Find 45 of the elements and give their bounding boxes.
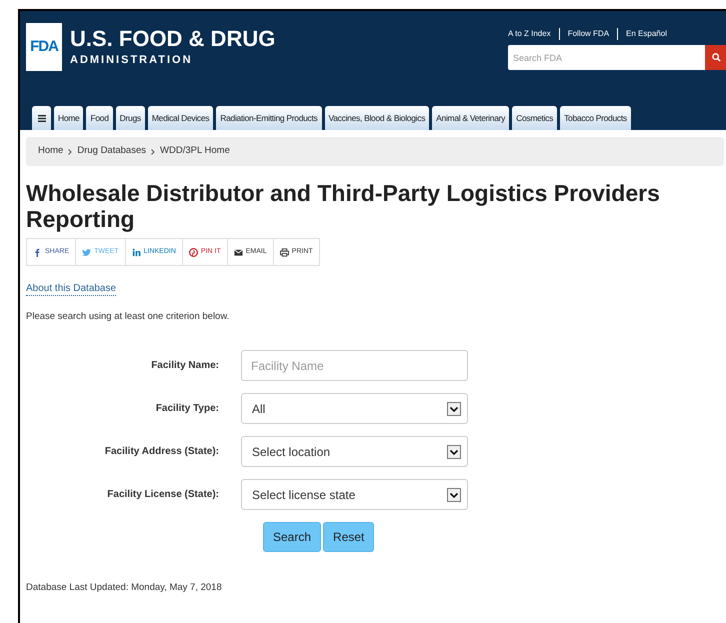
- page-title: Wholesale Distributor and Third-Party Logistics Providers Reporting: [26, 180, 661, 232]
- dropdown[interactable]: Select license state: [241, 479, 468, 510]
- nav-tab[interactable]: Food: [86, 106, 113, 130]
- form-button[interactable]: Search: [263, 522, 322, 552]
- field-label: Facility Address (State):: [104, 445, 220, 460]
- nav-tab[interactable]: Drugs: [116, 106, 145, 130]
- about-link[interactable]: About this Database: [26, 283, 116, 296]
- nav-tab[interactable]: Medical Devices: [148, 106, 214, 130]
- field-label: Facility License (State):: [106, 488, 220, 502]
- nav-tab[interactable]: Home: [54, 106, 84, 130]
- search-icon: [712, 53, 720, 62]
- nav-tab[interactable]: Cosmetics: [512, 106, 558, 130]
- dropdown[interactable]: Select location: [241, 436, 468, 468]
- utility-link[interactable]: En Español: [626, 28, 667, 40]
- utility-link[interactable]: Follow FDA: [568, 28, 610, 40]
- menu-button[interactable]: [32, 106, 51, 130]
- breadcrumb-link[interactable]: Drug Databases: [77, 144, 146, 159]
- text-field[interactable]: Facility Name: [241, 350, 468, 382]
- instructions-text: Please search using at least one criterion below.: [26, 310, 230, 324]
- chevron-icon: [68, 148, 72, 154]
- search-field[interactable]: Search FDA: [508, 45, 705, 70]
- nav-tab[interactable]: Vaccines, Blood & Biologics: [324, 106, 430, 130]
- twitter-icon: [82, 248, 92, 256]
- menu-icon: [38, 114, 46, 122]
- search-button[interactable]: [705, 45, 726, 70]
- chevron-icon: [151, 148, 155, 154]
- site-subtitle: ADMINISTRATION: [70, 53, 194, 68]
- form-button[interactable]: Reset: [323, 522, 374, 552]
- utility-link[interactable]: A to Z Index: [508, 28, 551, 40]
- pinterest-icon: [188, 248, 198, 256]
- site-title: U.S. FOOD & DRUG: [70, 26, 276, 52]
- breadcrumb-link[interactable]: Home: [38, 144, 64, 159]
- nav-tab[interactable]: Tobacco Products: [560, 106, 631, 130]
- linkedin-icon: [132, 248, 141, 256]
- nav-tab[interactable]: Animal & Veterinary: [432, 106, 510, 130]
- logo-mark: FDA: [26, 23, 62, 71]
- dropdown[interactable]: All: [241, 393, 468, 424]
- facebook-icon: [33, 248, 42, 256]
- last-updated-text: Database Last Updated: Monday, May 7, 2018: [26, 581, 223, 596]
- field-label: Facility Name:: [150, 359, 220, 374]
- nav-tab[interactable]: Radiation-Emitting Products: [216, 106, 322, 130]
- breadcrumb-link[interactable]: WDD/3PL Home: [160, 144, 230, 159]
- email-icon: [234, 248, 243, 256]
- print-icon: [280, 248, 289, 256]
- field-label: Facility Type:: [154, 402, 220, 416]
